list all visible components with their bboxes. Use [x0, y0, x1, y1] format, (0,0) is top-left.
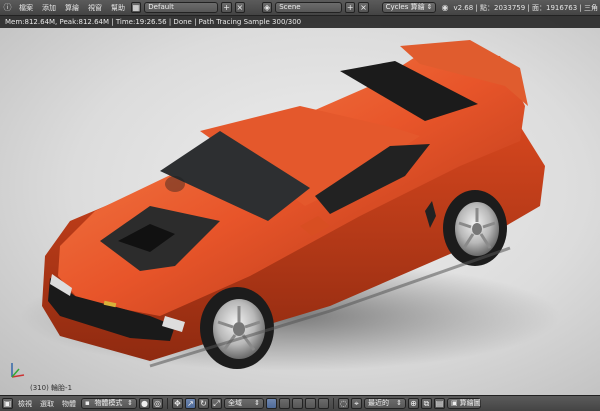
snap-toggle-icon[interactable]: ⌖: [351, 398, 362, 409]
pivot-point-icon[interactable]: ◎: [152, 398, 163, 409]
layer-4-button[interactable]: [305, 398, 316, 409]
menu-help[interactable]: 幫助: [108, 3, 128, 13]
render-preview-icon[interactable]: ▤: [434, 398, 445, 409]
snap-align-icon[interactable]: ⊕: [408, 398, 419, 409]
transform-orientation-select[interactable]: 全域 ⇕: [224, 398, 264, 409]
delete-scene-button[interactable]: ×: [358, 2, 369, 13]
menu-select[interactable]: 選取: [37, 399, 57, 409]
scene-label: Scene: [279, 3, 301, 11]
chevron-updown-icon: ⇕: [426, 3, 433, 11]
rotate-icon[interactable]: ↻: [198, 398, 209, 409]
render-engine-label: Cycles 算繪: [385, 3, 425, 11]
viewport-header: ▣ 檢視 選取 物體 ▪ 物體模式 ⇕ ● ◎ ✥ ↗ ↻ ⤢ 全域 ⇕ ◌ ⌖…: [0, 395, 600, 411]
render-opengl-button[interactable]: ▣ 算繪圖: [447, 398, 481, 409]
camera-icon: ▣: [451, 399, 458, 407]
render-engine-select[interactable]: Cycles 算繪 ⇕: [381, 2, 437, 13]
editor-type-icon[interactable]: ⓘ: [2, 2, 13, 14]
active-object-label: (310) 輪胎-1: [30, 384, 73, 392]
orientation-label: 全域: [228, 399, 242, 407]
rear-wheel: [443, 190, 507, 266]
hidden-wheel: [165, 176, 185, 192]
separator: [333, 398, 334, 409]
chevron-updown-icon: ⇕: [396, 399, 402, 407]
snap-project-icon[interactable]: ⧉: [421, 398, 432, 409]
render-button-label: 算繪圖: [459, 399, 481, 407]
separator: [167, 398, 168, 409]
delete-screen-button[interactable]: ×: [234, 2, 245, 13]
mode-label: 物體模式: [94, 399, 123, 407]
layer-1-button[interactable]: [266, 398, 277, 409]
screen-layout-select[interactable]: Default: [144, 2, 219, 13]
layer-5-button[interactable]: [318, 398, 329, 409]
screen-layout-icon[interactable]: ▦: [131, 2, 142, 13]
add-screen-button[interactable]: +: [221, 2, 232, 13]
front-wheel: [200, 287, 274, 369]
menu-window[interactable]: 視窗: [85, 3, 105, 13]
menu-render[interactable]: 算繪: [62, 3, 82, 13]
layer-2-button[interactable]: [279, 398, 290, 409]
snap-target-select[interactable]: 最近的 ⇕: [364, 398, 406, 409]
chevron-updown-icon: ⇕: [127, 399, 133, 407]
chevron-updown-icon: ⇕: [254, 399, 260, 407]
blender-logo-icon: ◉: [441, 2, 449, 12]
3d-viewport[interactable]: Mem:812.64M, Peak:812.64M | Time:19:26.5…: [0, 16, 600, 395]
mode-select[interactable]: ▪ 物體模式 ⇕: [81, 398, 137, 409]
scene-statistics: v2.68 | 點：2033759 | 面：1916763 | 三角: [453, 3, 598, 12]
layer-3-button[interactable]: [292, 398, 303, 409]
add-scene-button[interactable]: +: [345, 2, 356, 13]
translate-icon[interactable]: ↗: [185, 398, 196, 409]
editor-type-icon[interactable]: ▣: [2, 398, 13, 409]
car-render: [20, 40, 560, 371]
scene-select[interactable]: Scene: [275, 2, 343, 13]
menu-add[interactable]: 添加: [39, 3, 59, 13]
screen-layout-label: Default: [148, 3, 174, 11]
axis-gizmo: [11, 363, 25, 378]
menu-view[interactable]: 檢視: [15, 399, 35, 409]
cube-icon: ▪: [85, 399, 90, 407]
menu-file[interactable]: 檔案: [16, 3, 36, 13]
scene-icon[interactable]: ◈: [261, 2, 273, 13]
viewport-shading-icon[interactable]: ●: [139, 398, 150, 409]
info-header: ⓘ 檔案 添加 算繪 視窗 幫助 ▦ Default + × ◈ Scene +…: [0, 0, 600, 16]
menu-object[interactable]: 物體: [59, 399, 79, 409]
manipulator-toggle-icon[interactable]: ✥: [172, 398, 183, 409]
snap-label: 最近的: [368, 399, 389, 407]
proportional-edit-icon[interactable]: ◌: [338, 398, 349, 409]
scale-icon[interactable]: ⤢: [211, 398, 222, 409]
